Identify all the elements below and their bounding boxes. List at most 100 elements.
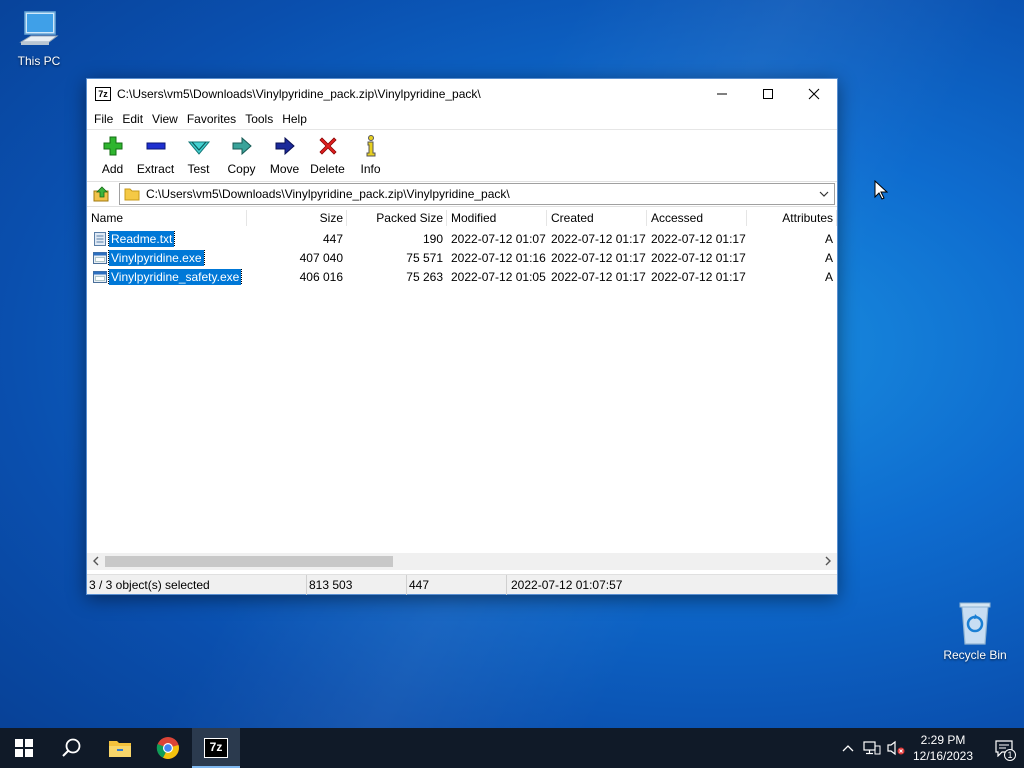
chrome-taskbar-button[interactable] — [144, 728, 192, 768]
search-button[interactable] — [48, 728, 96, 768]
name-cell: Readme.txt — [87, 230, 247, 247]
file-modified: 2022-07-12 01:05 — [451, 269, 546, 284]
column-header-packed-size[interactable]: Packed Size — [347, 207, 447, 229]
file-size: 407 040 — [299, 250, 343, 265]
this-pc-desktop-icon[interactable]: This PC — [4, 8, 74, 68]
toolbar: Add Extract Test Copy Move Delete Info — [87, 129, 837, 181]
recycle-bin-desktop-icon[interactable]: Recycle Bin — [940, 600, 1010, 662]
column-header-name[interactable]: Name — [87, 207, 247, 229]
move-button[interactable]: Move — [263, 134, 306, 176]
extract-label: Extract — [136, 162, 175, 176]
plus-icon — [103, 136, 122, 156]
7zip-app-icon: 7z — [95, 87, 111, 101]
show-hidden-icons-button[interactable] — [836, 728, 860, 768]
7zip-file-manager-window: 7z C:\Users\vm5\Downloads\Vinylpyridine_… — [86, 78, 838, 595]
test-button[interactable]: Test — [177, 134, 220, 176]
status-total-size: 813 503 — [307, 574, 407, 595]
scrollbar-thumb[interactable] — [105, 556, 393, 567]
file-modified: 2022-07-12 01:16 — [451, 250, 546, 265]
network-tray-button[interactable] — [860, 728, 884, 768]
info-label: Info — [360, 162, 381, 176]
delete-label: Delete — [310, 162, 345, 176]
file-packed-size: 190 — [422, 231, 443, 246]
notification-count-badge: 1 — [1004, 749, 1016, 761]
menu-edit[interactable]: Edit — [119, 112, 147, 126]
clock-time: 2:29 PM — [920, 733, 966, 747]
volume-tray-button[interactable] — [884, 728, 908, 768]
window-title: C:\Users\vm5\Downloads\Vinylpyridine_pac… — [117, 87, 481, 101]
address-bar: C:\Users\vm5\Downloads\Vinylpyridine_pac… — [87, 181, 837, 207]
extract-button[interactable]: Extract — [134, 134, 177, 176]
file-name: Vinylpyridine.exe — [108, 249, 205, 266]
chevron-down-icon[interactable] — [818, 188, 830, 200]
recycle-bin-label: Recycle Bin — [943, 648, 1007, 662]
exe-file-icon — [93, 251, 107, 264]
file-explorer-taskbar-button[interactable] — [96, 728, 144, 768]
volume-muted-icon — [887, 740, 905, 756]
minimize-icon — [717, 93, 727, 95]
7zip-taskbar-icon: 7z — [204, 738, 228, 758]
file-name: Vinylpyridine_safety.exe — [107, 268, 243, 285]
minus-icon — [146, 142, 165, 150]
table-row[interactable]: Readme.txt 447 190 2022-07-12 01:07 2022… — [87, 229, 837, 248]
table-row[interactable]: Vinylpyridine_safety.exe 406 016 75 263 … — [87, 267, 837, 286]
file-attributes: A — [824, 269, 833, 284]
column-header-size[interactable]: Size — [247, 207, 347, 229]
horizontal-scrollbar[interactable] — [87, 553, 837, 570]
computer-icon — [19, 11, 59, 45]
add-button[interactable]: Add — [91, 134, 134, 176]
title-bar[interactable]: 7z C:\Users\vm5\Downloads\Vinylpyridine_… — [87, 79, 837, 109]
copy-button[interactable]: Copy — [220, 134, 263, 176]
minimize-button[interactable] — [699, 79, 745, 109]
network-icon — [863, 741, 881, 755]
file-created: 2022-07-12 01:17 — [551, 231, 646, 246]
column-header-created[interactable]: Created — [547, 207, 647, 229]
file-accessed: 2022-07-12 01:17 — [651, 231, 746, 246]
mouse-cursor-icon — [874, 180, 888, 200]
test-label: Test — [187, 162, 210, 176]
delete-button[interactable]: Delete — [306, 134, 349, 176]
column-header-attributes[interactable]: Attributes — [747, 207, 837, 229]
file-attributes: A — [824, 231, 833, 246]
file-packed-size: 75 263 — [406, 269, 443, 284]
close-button[interactable] — [791, 79, 837, 109]
table-row[interactable]: Vinylpyridine.exe 407 040 75 571 2022-07… — [87, 248, 837, 267]
up-folder-button[interactable] — [91, 184, 113, 204]
chrome-icon — [156, 737, 179, 759]
file-size: 406 016 — [299, 269, 343, 284]
7zip-taskbar-button[interactable]: 7z — [192, 728, 240, 768]
file-name: Readme.txt — [107, 230, 176, 247]
info-button[interactable]: Info — [349, 134, 392, 176]
check-icon — [187, 141, 210, 155]
maximize-icon — [763, 89, 773, 99]
menu-tools[interactable]: Tools — [242, 112, 277, 126]
file-modified: 2022-07-12 01:07 — [451, 231, 546, 246]
column-headers: Name Size Packed Size Modified Created A… — [87, 207, 837, 229]
start-button[interactable] — [0, 728, 48, 768]
maximize-button[interactable] — [745, 79, 791, 109]
windows-logo-icon — [15, 739, 33, 757]
column-header-modified[interactable]: Modified — [447, 207, 547, 229]
scroll-left-arrow-icon[interactable] — [91, 555, 101, 567]
system-tray: 2:29 PM 12/16/2023 1 — [836, 728, 1024, 768]
status-selection: 3 / 3 object(s) selected — [87, 574, 307, 595]
menu-view[interactable]: View — [149, 112, 182, 126]
name-cell: Vinylpyridine.exe — [87, 249, 247, 266]
scroll-right-arrow-icon[interactable] — [823, 555, 833, 567]
chevron-up-icon — [842, 745, 854, 752]
status-bar: 3 / 3 object(s) selected 813 503 447 202… — [87, 574, 837, 595]
file-explorer-icon — [109, 741, 131, 757]
file-accessed: 2022-07-12 01:17 — [651, 269, 746, 284]
action-center-button[interactable]: 1 — [984, 728, 1024, 768]
file-size: 447 — [322, 231, 343, 246]
file-list: Name Size Packed Size Modified Created A… — [87, 207, 837, 553]
menu-file[interactable]: File — [91, 112, 117, 126]
menu-help[interactable]: Help — [279, 112, 311, 126]
column-header-accessed[interactable]: Accessed — [647, 207, 747, 229]
name-cell: Vinylpyridine_safety.exe — [87, 268, 247, 285]
path-combobox[interactable]: C:\Users\vm5\Downloads\Vinylpyridine_pac… — [119, 183, 835, 205]
menu-favorites[interactable]: Favorites — [184, 112, 240, 126]
clock[interactable]: 2:29 PM 12/16/2023 — [908, 732, 978, 764]
search-icon — [62, 738, 81, 757]
delete-x-icon — [318, 137, 337, 155]
